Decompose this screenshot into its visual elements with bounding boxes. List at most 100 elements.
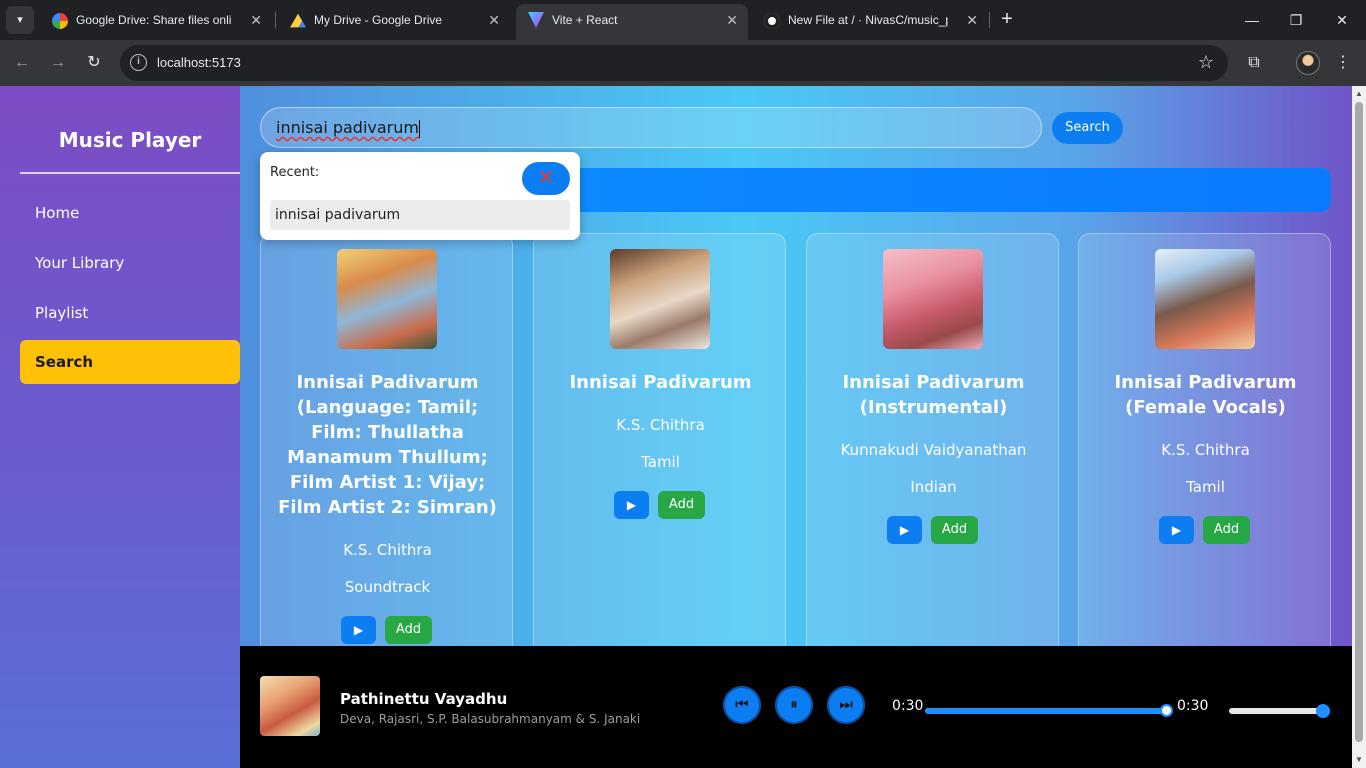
- play-button[interactable]: ▶: [614, 491, 649, 519]
- page-scrollbar[interactable]: ▲ ▼: [1352, 86, 1366, 768]
- vite-icon: [528, 12, 544, 28]
- add-button[interactable]: Add: [931, 516, 978, 544]
- song-artist: K.S. Chithra: [616, 416, 705, 434]
- volume-slider[interactable]: [1229, 704, 1330, 718]
- restore-icon[interactable]: ❐: [1276, 6, 1316, 34]
- close-recent-button[interactable]: ✕: [522, 162, 570, 195]
- tab-my-drive[interactable]: My Drive - Google Drive ✕: [278, 6, 510, 34]
- album-cover: [610, 249, 710, 349]
- tab-github-new-file[interactable]: New File at / · NivasC/music_pl ✕: [752, 6, 988, 34]
- play-button[interactable]: ▶: [887, 516, 922, 544]
- minimize-icon[interactable]: —: [1232, 6, 1272, 34]
- tab-divider: [989, 12, 990, 28]
- play-icon: ▶: [899, 523, 910, 537]
- close-icon[interactable]: ✕: [488, 6, 500, 34]
- song-title: Innisai Padivarum (Language: Tamil; Film…: [278, 372, 497, 518]
- extensions-puzzle-icon[interactable]: ⧉: [1241, 50, 1267, 76]
- url-text: localhost:5173: [157, 55, 241, 70]
- reload-icon[interactable]: ↻: [81, 50, 107, 76]
- song-genre: Indian: [910, 478, 957, 496]
- album-cover: [883, 249, 983, 349]
- sidebar: Music Player Home Your Library Playlist …: [0, 86, 240, 768]
- progress-fill: [925, 708, 1167, 714]
- recent-search-item[interactable]: innisai padivarum: [270, 200, 570, 230]
- sidebar-item-your-library[interactable]: Your Library: [20, 241, 240, 285]
- album-cover: [1155, 249, 1255, 349]
- app-title: Music Player: [58, 128, 202, 152]
- play-button[interactable]: ▶: [1159, 516, 1194, 544]
- now-playing-bar: Pathinettu Vayadhu Deva, Rajasri, S.P. B…: [240, 646, 1352, 768]
- pause-button[interactable]: ⏸: [775, 686, 813, 724]
- song-title: Innisai Padivarum (Instrumental): [842, 372, 1025, 418]
- album-cover: [337, 249, 437, 349]
- progress-slider[interactable]: [925, 704, 1173, 717]
- skip-next-icon: ⏭: [839, 696, 853, 713]
- back-arrow-icon[interactable]: ←: [9, 50, 35, 76]
- search-input[interactable]: innisai padivarum: [260, 107, 1042, 148]
- add-button[interactable]: Add: [1203, 516, 1250, 544]
- current-time: 0:30: [892, 698, 924, 714]
- add-button[interactable]: Add: [385, 616, 432, 644]
- song-card: Innisai Padivarum (Language: Tamil; Film…: [260, 233, 513, 663]
- duration-time: 0:30: [1177, 698, 1209, 714]
- address-bar[interactable]: i localhost:5173 ☆: [120, 45, 1228, 81]
- sidebar-item-search[interactable]: Search: [20, 340, 240, 384]
- close-icon: ✕: [537, 167, 555, 189]
- song-artist: Kunnakudi Vaidyanathan: [840, 441, 1027, 459]
- new-tab-plus-icon[interactable]: +: [996, 8, 1018, 30]
- close-icon[interactable]: ✕: [250, 6, 262, 34]
- song-genre: Tamil: [1186, 478, 1225, 496]
- song-card: Innisai Padivarum K.S. Chithra Tamil ▶ A…: [533, 233, 786, 663]
- browser-toolbar: ← → ↻ i localhost:5173 ☆ ⧉ ⋮: [0, 40, 1366, 86]
- tab-google-drive-share[interactable]: Google Drive: Share files online ✕: [40, 6, 272, 34]
- profile-avatar[interactable]: [1296, 51, 1320, 75]
- song-card: Innisai Padivarum (Female Vocals) K.S. C…: [1078, 233, 1331, 663]
- scroll-up-arrow-icon[interactable]: ▲: [1352, 87, 1366, 101]
- search-query-text: innisai padivarum: [276, 118, 419, 137]
- recent-label: Recent:: [270, 165, 320, 180]
- sidebar-item-home[interactable]: Home: [20, 191, 240, 235]
- site-info-icon[interactable]: i: [130, 54, 147, 71]
- recent-searches-dropdown: Recent: ✕ innisai padivarum: [260, 152, 580, 240]
- progress-thumb[interactable]: [1159, 704, 1173, 717]
- close-icon[interactable]: ✕: [726, 4, 738, 36]
- volume-thumb[interactable]: [1316, 704, 1330, 718]
- scroll-down-arrow-icon[interactable]: ▼: [1352, 753, 1366, 767]
- tab-vite-react[interactable]: Vite + React ✕: [516, 4, 748, 40]
- pause-icon: ⏸: [790, 696, 798, 713]
- scrollbar-thumb[interactable]: [1355, 102, 1363, 742]
- sidebar-divider: [20, 172, 240, 174]
- window-close-icon[interactable]: ✕: [1322, 6, 1362, 34]
- sidebar-item-playlist[interactable]: Playlist: [20, 291, 240, 335]
- now-playing-cover: [260, 676, 320, 736]
- browser-tab-strip: ▾ Google Drive: Share files online ✕ My …: [0, 0, 1366, 40]
- drive-icon: [290, 13, 306, 28]
- song-genre: Tamil: [641, 453, 680, 471]
- now-playing-title: Pathinettu Vayadhu: [340, 690, 508, 708]
- bookmark-star-icon[interactable]: ☆: [1198, 52, 1214, 73]
- song-card: Innisai Padivarum (Instrumental) Kunnaku…: [806, 233, 1059, 663]
- add-button[interactable]: Add: [658, 491, 705, 519]
- song-artist: K.S. Chithra: [343, 541, 432, 559]
- forward-arrow-icon[interactable]: →: [45, 50, 71, 76]
- tab-divider: [275, 12, 276, 28]
- close-icon[interactable]: ✕: [966, 6, 978, 34]
- play-icon: ▶: [353, 623, 364, 637]
- play-button[interactable]: ▶: [341, 616, 376, 644]
- search-button[interactable]: Search: [1052, 112, 1123, 144]
- skip-previous-icon: ⏮: [735, 696, 749, 713]
- song-artist: K.S. Chithra: [1161, 441, 1250, 459]
- song-title: Innisai Padivarum: [569, 372, 752, 393]
- tab-search-menu[interactable]: ▾: [6, 6, 34, 34]
- text-caret: [418, 119, 420, 138]
- song-title: Innisai Padivarum (Female Vocals): [1114, 372, 1297, 418]
- previous-button[interactable]: ⏮: [723, 686, 761, 724]
- github-icon: [764, 13, 780, 29]
- next-button[interactable]: ⏭: [827, 686, 865, 724]
- play-icon: ▶: [626, 498, 637, 512]
- song-genre: Soundtrack: [344, 578, 431, 596]
- now-playing-artist: Deva, Rajasri, S.P. Balasubrahmanyam & S…: [340, 712, 641, 726]
- more-options-icon[interactable]: ⋮: [1330, 50, 1356, 76]
- google-icon: [52, 13, 68, 29]
- play-icon: ▶: [1171, 523, 1182, 537]
